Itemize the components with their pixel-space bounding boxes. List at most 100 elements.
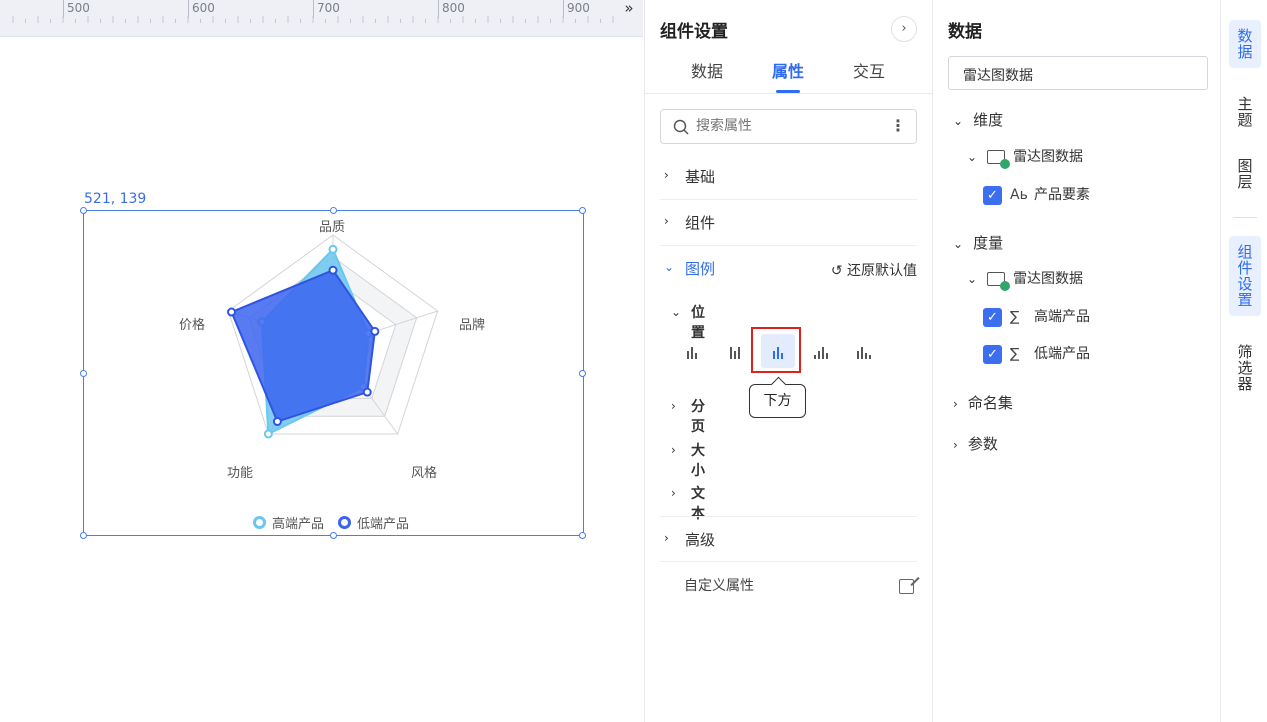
sidebar-divider bbox=[1233, 217, 1257, 218]
dataset-folder-icon bbox=[987, 272, 1011, 291]
source-label: 雷达图数据 bbox=[1013, 149, 1084, 165]
position-top-icon bbox=[687, 347, 697, 359]
checkbox[interactable]: ✓ bbox=[983, 185, 1002, 205]
dimension-field[interactable]: ✓ Aь 产品要素 bbox=[983, 184, 1090, 205]
settings-tabs: 数据 属性 交互 bbox=[645, 58, 932, 94]
radar-point bbox=[328, 265, 338, 275]
active-tab-indicator bbox=[776, 90, 800, 93]
subsection-label: 分页 bbox=[691, 399, 705, 435]
legend-marker-low bbox=[338, 516, 352, 529]
group-label: 参数 bbox=[967, 435, 998, 453]
radar-point bbox=[328, 244, 338, 254]
parameters-group[interactable]: › 参数 bbox=[953, 433, 998, 454]
sidebar-item-layers[interactable]: 图 层 bbox=[1229, 150, 1261, 198]
sidebar-item-data[interactable]: 数 据 bbox=[1229, 20, 1261, 68]
property-search[interactable]: ⋮ bbox=[660, 109, 917, 144]
chevron-down-icon: ⌄ bbox=[967, 150, 978, 164]
chevron-down-icon: ⌄ bbox=[664, 260, 675, 274]
tab-properties[interactable]: 属性 bbox=[772, 58, 804, 82]
sidebar-item-theme[interactable]: 主 题 bbox=[1229, 88, 1261, 136]
radar-chart bbox=[227, 234, 439, 439]
position-top-dotted-icon bbox=[730, 347, 740, 359]
reset-label: 还原默认值 bbox=[847, 263, 917, 279]
chevron-right-icon: › bbox=[664, 531, 669, 545]
chevron-right-icon[interactable]: › bbox=[891, 16, 917, 42]
divider bbox=[660, 515, 917, 516]
measure-field[interactable]: ✓ ∑ 高端产品 bbox=[983, 306, 1090, 327]
data-panel-title: 数据 bbox=[948, 22, 982, 42]
panel-title: 组件设置 bbox=[660, 22, 728, 42]
chevron-right-icon: › bbox=[664, 214, 669, 228]
position-left-icon bbox=[814, 347, 828, 359]
sum-icon: ∑ bbox=[1010, 309, 1020, 325]
tab-interaction[interactable]: 交互 bbox=[853, 58, 885, 82]
custom-properties-label: 自定义属性 bbox=[684, 578, 754, 594]
radar-point bbox=[362, 387, 372, 397]
measure-field[interactable]: ✓ ∑ 低端产品 bbox=[983, 343, 1090, 364]
edit-icon[interactable] bbox=[899, 579, 914, 594]
section-legend[interactable]: ⌄ 图例 ↺ 还原默认值 bbox=[660, 246, 917, 292]
group-label: 命名集 bbox=[967, 394, 1013, 412]
search-icon bbox=[673, 119, 689, 135]
chevron-down-icon: ⌄ bbox=[953, 237, 964, 251]
legend-position-top-dotted-button[interactable] bbox=[718, 334, 752, 368]
section-label: 组件 bbox=[685, 214, 716, 232]
chevron-right-icon: › bbox=[953, 397, 958, 411]
legend-position-left-button[interactable] bbox=[804, 334, 838, 368]
chevron-down-icon: ⌄ bbox=[967, 272, 978, 286]
field-label: 高端产品 bbox=[1034, 309, 1090, 325]
data-panel: 数据 雷达图数据 ⌄ 维度 ⌄ 雷达图数据 ✓ Aь 产品要素 ⌄ 度量 ⌄ 雷达图数据 ✓… bbox=[932, 0, 1220, 722]
sidebar-item-component-settings[interactable]: 组 件 设 置 bbox=[1229, 236, 1261, 316]
measure-group[interactable]: ⌄ 度量 bbox=[953, 232, 1003, 253]
tab-data[interactable]: 数据 bbox=[691, 58, 723, 82]
chevron-right-icon: › bbox=[671, 443, 676, 457]
dataset-select[interactable]: 雷达图数据 bbox=[948, 56, 1208, 90]
radar-indicator-label: 风格 bbox=[411, 466, 438, 481]
field-label: 产品要素 bbox=[1034, 187, 1090, 203]
search-input[interactable] bbox=[696, 118, 876, 134]
checkbox[interactable]: ✓ bbox=[983, 307, 1002, 327]
chevron-right-icon: › bbox=[953, 438, 958, 452]
dimension-group[interactable]: ⌄ 维度 bbox=[953, 109, 1003, 130]
chevron-right-icon: › bbox=[671, 399, 676, 413]
more-options-icon[interactable]: ⋮ bbox=[890, 116, 906, 135]
radar-indicator-label: 功能 bbox=[227, 466, 254, 481]
chevron-right-icon: › bbox=[671, 486, 676, 500]
chevron-down-icon: ⌄ bbox=[671, 305, 682, 319]
named-sets-group[interactable]: › 命名集 bbox=[953, 392, 1013, 413]
legend-item-high[interactable]: 高端产品 bbox=[272, 513, 324, 532]
radar-indicator-label: 价格 bbox=[179, 318, 206, 333]
tooltip: 下方 bbox=[749, 384, 806, 418]
legend-item-low[interactable]: 低端产品 bbox=[357, 513, 409, 532]
measure-source[interactable]: ⌄ 雷达图数据 bbox=[967, 268, 1084, 291]
sum-icon: ∑ bbox=[1010, 346, 1020, 362]
chevron-right-icon: › bbox=[664, 168, 669, 182]
section-label: 高级 bbox=[685, 531, 716, 549]
field-label: 低端产品 bbox=[1034, 346, 1090, 362]
legend-marker-high bbox=[253, 516, 266, 529]
radar-indicator-label: 品牌 bbox=[459, 318, 486, 333]
radar-point bbox=[272, 417, 282, 427]
right-sidebar: 数 据 主 题 图 层 组 件 设 置 筛 选 器 bbox=[1220, 0, 1267, 722]
section-basic[interactable]: › 基础 bbox=[660, 154, 917, 200]
sidebar-item-filters[interactable]: 筛 选 器 bbox=[1229, 336, 1261, 400]
section-advanced[interactable]: › 高级 bbox=[660, 516, 917, 562]
checkbox[interactable]: ✓ bbox=[983, 344, 1002, 364]
position-right-icon bbox=[857, 347, 871, 359]
reset-default-button[interactable]: ↺ 还原默认值 bbox=[831, 260, 917, 280]
dataset-folder-icon bbox=[987, 150, 1011, 169]
radar-point bbox=[227, 307, 237, 317]
group-label: 度量 bbox=[973, 234, 1004, 252]
dimension-source[interactable]: ⌄ 雷达图数据 bbox=[967, 146, 1084, 169]
section-component[interactable]: › 组件 bbox=[660, 200, 917, 246]
source-label: 雷达图数据 bbox=[1013, 271, 1084, 287]
section-label: 基础 bbox=[685, 168, 716, 186]
undo-icon: ↺ bbox=[830, 263, 843, 279]
subsection-label: 大小 bbox=[691, 443, 705, 479]
chevron-down-icon: ⌄ bbox=[953, 114, 964, 128]
radar-indicator-label: 品质 bbox=[319, 220, 346, 235]
radar-point bbox=[370, 326, 380, 336]
group-label: 维度 bbox=[973, 111, 1004, 129]
legend-position-top-button[interactable] bbox=[675, 334, 709, 368]
legend-position-right-button[interactable] bbox=[847, 334, 881, 368]
